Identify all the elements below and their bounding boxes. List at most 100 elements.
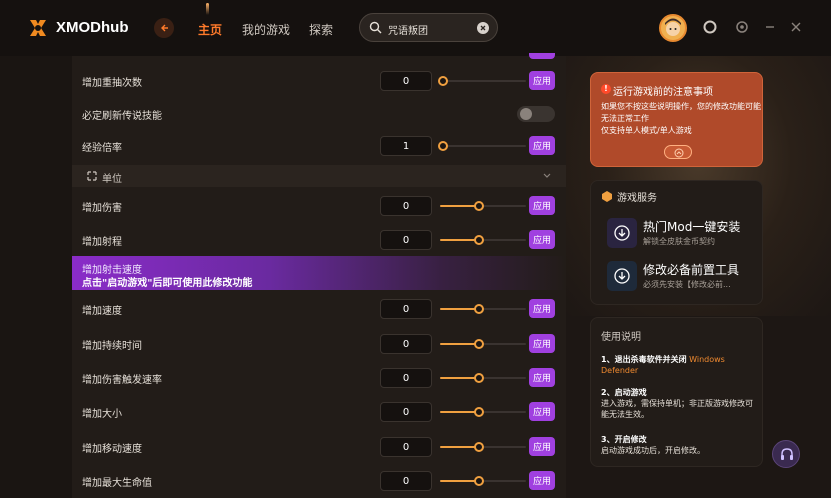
legendary-toggle[interactable] <box>517 106 555 122</box>
apply-button[interactable]: 应用 <box>529 230 555 249</box>
option-row-legendary: 必定刷新传说技能 <box>72 97 566 131</box>
download-icon <box>607 261 637 291</box>
value-slider[interactable] <box>440 442 526 452</box>
usage-instructions-card: 使用说明 1、退出杀毒软件并关闭 Windows Defender 2、启动游戏… <box>590 317 763 467</box>
nav-my-games[interactable]: 我的游戏 <box>242 21 290 38</box>
option-row-max-hp: 增加最大生命值 0 应用 <box>72 464 566 498</box>
option-label: 增加最大生命值 <box>82 478 152 489</box>
apply-button[interactable]: 应用 <box>529 402 555 421</box>
apply-button[interactable]: 应用 <box>529 471 555 490</box>
option-label: 增加射程 <box>82 237 122 248</box>
value-input[interactable]: 0 <box>380 334 432 354</box>
back-button[interactable] <box>154 18 174 38</box>
section-unit-header[interactable]: 单位 <box>72 165 566 187</box>
warning-icon: ! <box>601 84 611 94</box>
notice-line-2: 仅支持单人模式/单人游戏 <box>601 126 692 135</box>
brand-name: XMODhub <box>56 19 129 36</box>
option-label: 增加伤害触发速率 <box>82 375 162 386</box>
value-input[interactable]: 0 <box>380 402 432 422</box>
value-slider[interactable] <box>440 235 526 245</box>
option-row-exp: 经验倍率 1 应用 <box>72 129 566 163</box>
minimize-icon[interactable] <box>762 19 778 35</box>
service-subtitle: 必须先安装【修改必前... <box>643 280 731 289</box>
apply-button[interactable]: 应用 <box>529 299 555 318</box>
service-name: 热门Mod一键安装 <box>643 220 741 234</box>
launch-game-hint-banner: 增加射击速度 点击"启动游戏"后即可使用此修改功能 <box>72 256 566 290</box>
value-input[interactable]: 0 <box>380 230 432 250</box>
unit-icon <box>87 171 97 181</box>
avatar[interactable] <box>659 14 687 42</box>
option-row-speed: 增加速度 0 应用 <box>72 292 566 326</box>
step-3-body: 启动游戏成功后，开启修改。 <box>601 446 705 455</box>
apply-button[interactable]: 应用 <box>529 334 555 353</box>
value-input[interactable]: 0 <box>380 471 432 491</box>
notice-line-1: 如果您不按这些说明操作，您的修改功能可能无法正常工作 <box>601 102 761 123</box>
option-label: 增加速度 <box>82 306 122 317</box>
box-icon <box>602 191 612 202</box>
option-row-reroll: 增加重抽次数 0 应用 <box>72 64 566 98</box>
value-input[interactable]: 0 <box>380 437 432 457</box>
value-slider[interactable] <box>440 339 526 349</box>
value-slider[interactable] <box>438 141 526 151</box>
usage-step-2: 2、启动游戏 进入游戏，需保持单机；非正版游戏修改可能无法生效。 <box>601 387 757 420</box>
services-title: 游戏服务 <box>617 193 657 204</box>
value-input[interactable]: 0 <box>380 299 432 319</box>
support-button[interactable] <box>772 440 800 468</box>
step-2-body: 进入游戏，需保持单机；非正版游戏修改可能无法生效。 <box>601 399 753 419</box>
search-input[interactable]: 咒语叛团 <box>359 13 498 42</box>
apply-button-partial[interactable] <box>529 53 555 59</box>
chevron-down-icon <box>543 173 551 178</box>
section-label: 单位 <box>102 174 122 185</box>
value-slider[interactable] <box>440 407 526 417</box>
notice-card: ! 运行游戏前的注意事项 如果您不按这些说明操作，您的修改功能可能无法正常工作 … <box>590 72 763 167</box>
option-label: 增加持续时间 <box>82 341 142 352</box>
headset-icon <box>781 448 793 460</box>
option-row-duration: 增加持续时间 0 应用 <box>72 327 566 361</box>
option-label: 增加重抽次数 <box>82 78 142 89</box>
apply-button[interactable]: 应用 <box>529 71 555 90</box>
service-name: 修改必备前置工具 <box>643 263 740 277</box>
service-item-prereq-tools[interactable]: 修改必备前置工具 必须先安装【修改必前... <box>607 259 757 293</box>
top-bar: XMODhub 主页 我的游戏 探索 咒语叛团 <box>0 0 831 56</box>
collapse-notice-button[interactable] <box>664 145 692 159</box>
notice-body: 如果您不按这些说明操作，您的修改功能可能无法正常工作 仅支持单人模式/单人游戏 <box>601 101 761 137</box>
usage-step-3: 3、开启修改 启动游戏成功后，开启修改。 <box>601 434 757 456</box>
download-icon <box>607 218 637 248</box>
option-row-size: 增加大小 0 应用 <box>72 395 566 429</box>
nav-explore[interactable]: 探索 <box>309 21 333 38</box>
option-label: 增加大小 <box>82 409 122 420</box>
service-item-mod-install[interactable]: 热门Mod一键安装 解锁全皮肤金币契约 <box>607 216 757 250</box>
xmodhub-logo-icon <box>30 20 46 36</box>
option-label: 增加伤害 <box>82 203 122 214</box>
usage-step-1: 1、退出杀毒软件并关闭 Windows Defender <box>601 354 757 376</box>
clear-search-icon[interactable] <box>477 22 489 34</box>
step-3-title: 3、开启修改 <box>601 435 647 444</box>
value-input[interactable]: 0 <box>380 71 432 91</box>
option-row-move-speed: 增加移动速度 0 应用 <box>72 430 566 464</box>
apply-button[interactable]: 应用 <box>529 368 555 387</box>
value-input[interactable]: 1 <box>380 136 432 156</box>
apply-button[interactable]: 应用 <box>529 196 555 215</box>
value-slider[interactable] <box>440 373 526 383</box>
value-slider[interactable] <box>440 476 526 486</box>
banner-message: 点击"启动游戏"后即可使用此修改功能 <box>82 278 253 289</box>
notice-title: 运行游戏前的注意事项 <box>613 87 713 98</box>
value-slider[interactable] <box>440 304 526 314</box>
option-label: 经验倍率 <box>82 143 122 154</box>
search-icon <box>369 21 382 34</box>
settings-icon[interactable] <box>734 19 750 35</box>
option-row-range: 增加射程 0 应用 <box>72 223 566 257</box>
arrow-left-icon <box>161 24 168 32</box>
step-1-title: 1、退出杀毒软件并关闭 <box>601 355 687 364</box>
nav-home[interactable]: 主页 <box>198 21 222 38</box>
close-icon[interactable] <box>788 19 804 35</box>
apply-button[interactable]: 应用 <box>529 437 555 456</box>
value-input[interactable]: 0 <box>380 196 432 216</box>
apply-button[interactable]: 应用 <box>529 136 555 155</box>
value-slider[interactable] <box>440 201 526 211</box>
value-input[interactable]: 0 <box>380 368 432 388</box>
value-slider[interactable] <box>438 76 526 86</box>
notification-icon[interactable] <box>702 19 718 35</box>
info-panel: ! 运行游戏前的注意事项 如果您不按这些说明操作，您的修改功能可能无法正常工作 … <box>566 56 831 498</box>
step-2-title: 2、启动游戏 <box>601 388 647 397</box>
